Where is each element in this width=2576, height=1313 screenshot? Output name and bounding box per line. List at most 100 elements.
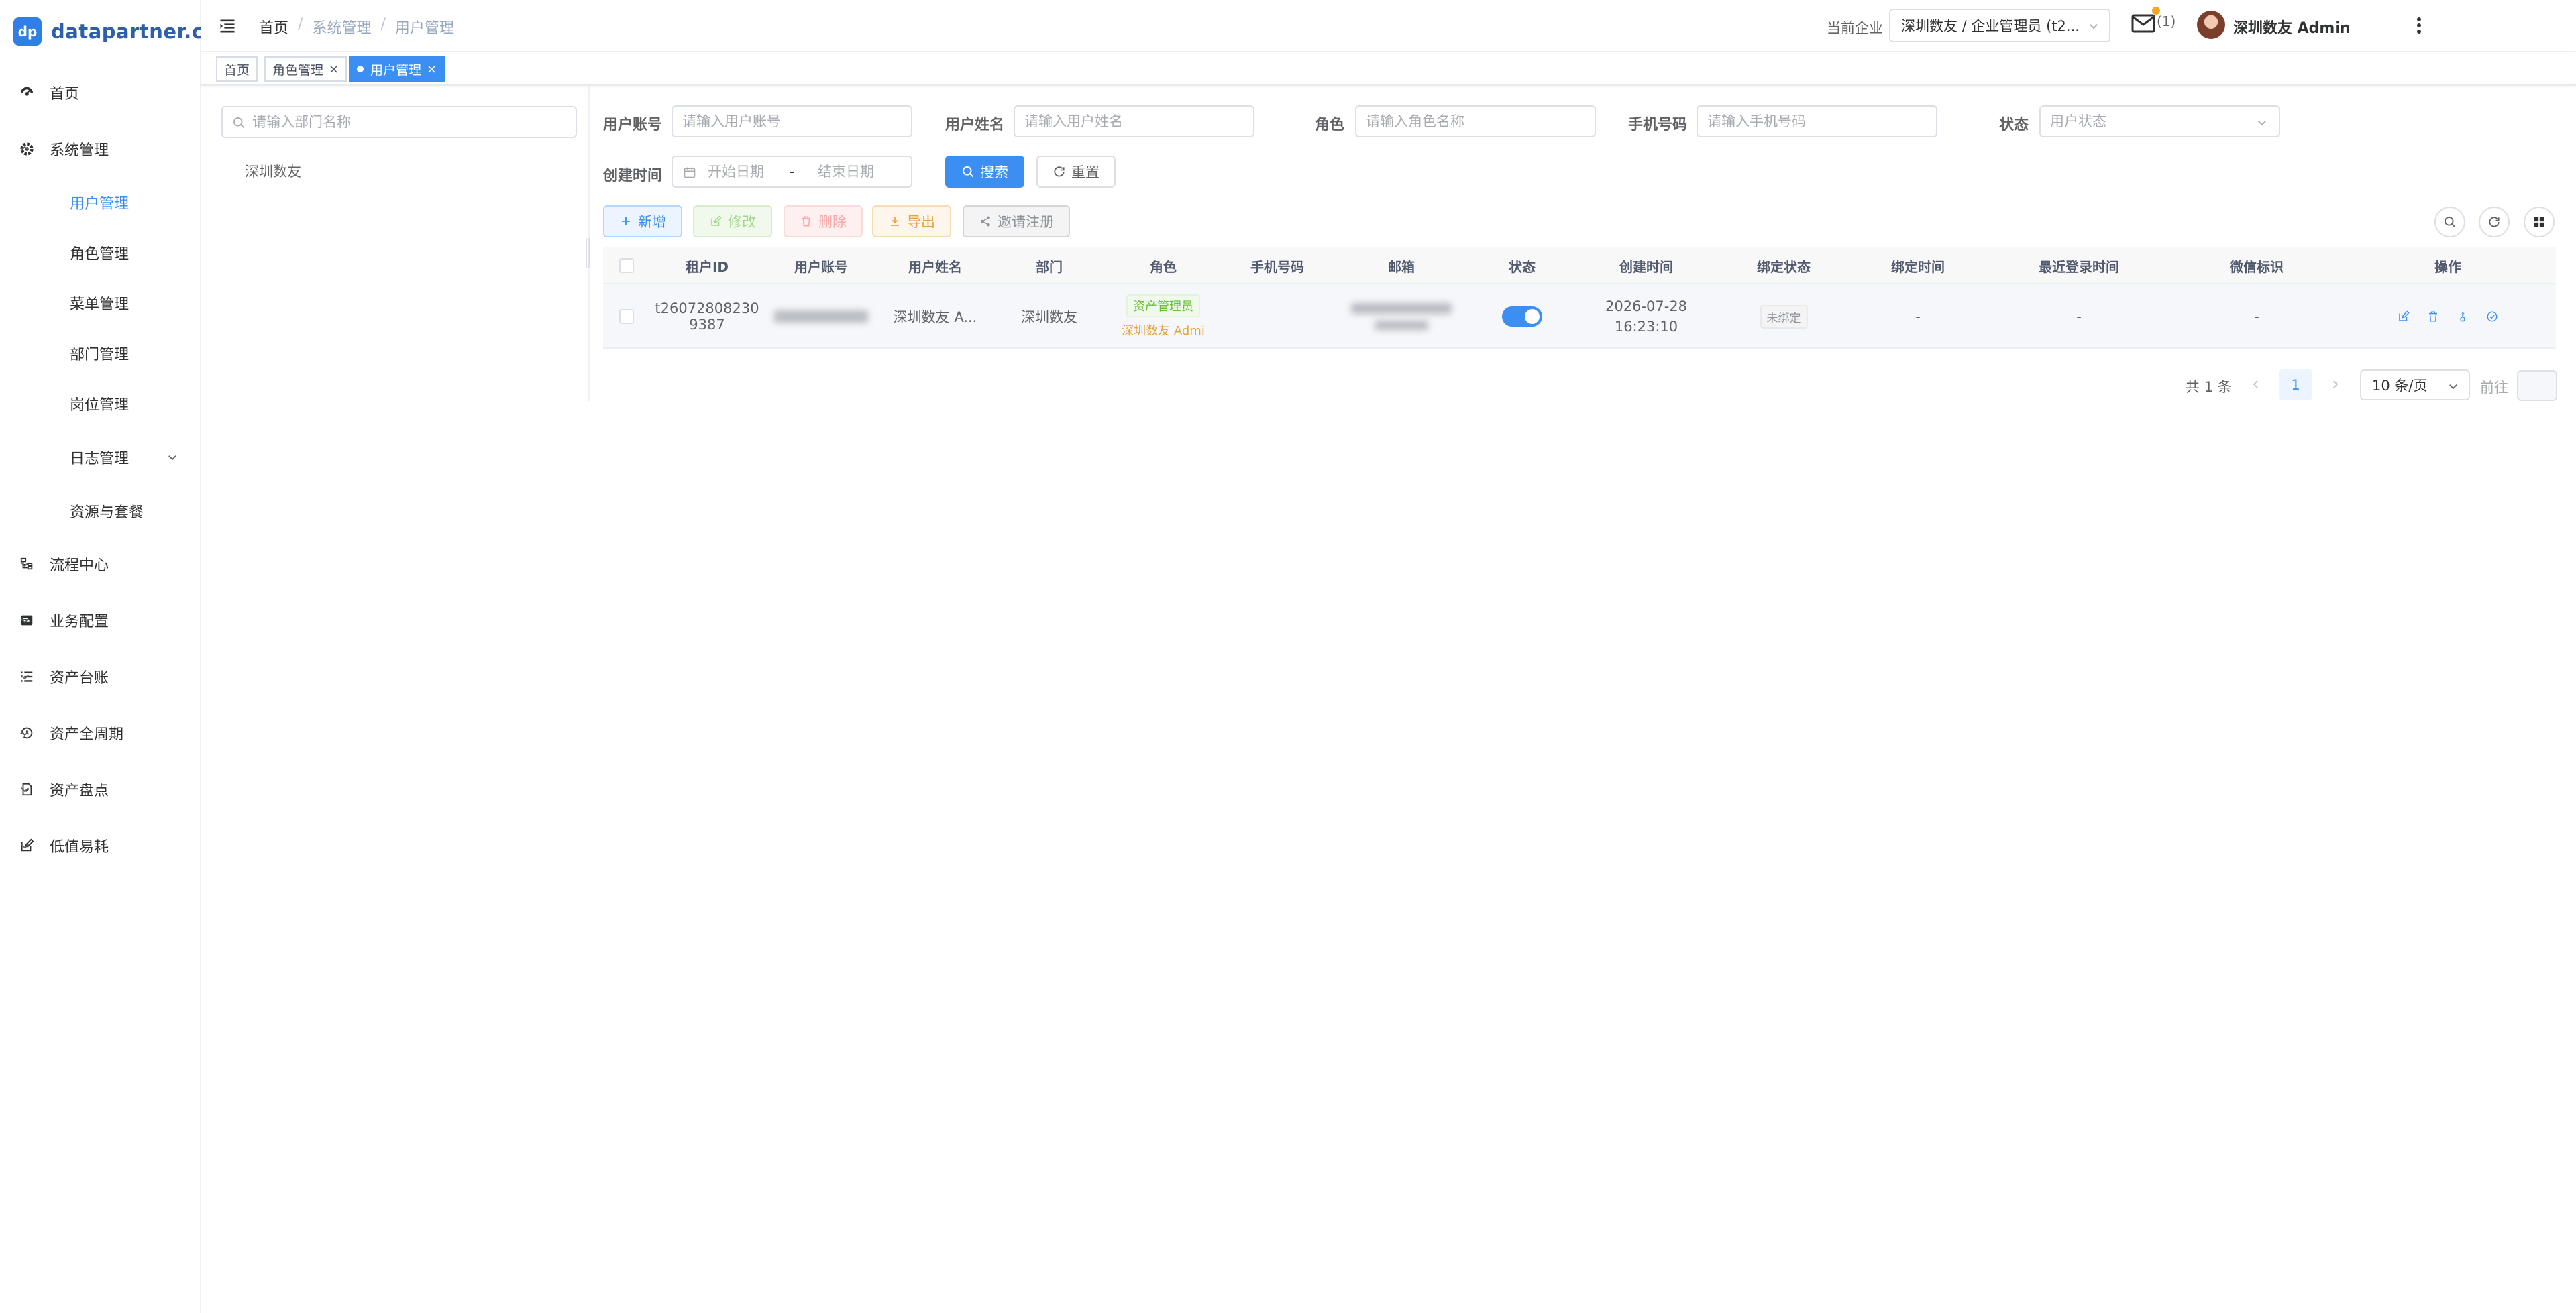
sidebar-item-asset-inventory[interactable]: 资产盘点: [0, 769, 201, 809]
filter-phone: [1697, 105, 1937, 137]
submenu-item-label: 部门管理: [70, 347, 129, 363]
submenu-item-depts[interactable]: 部门管理: [0, 333, 201, 374]
column-header: 手机号码: [1250, 258, 1304, 275]
sidebar-item-consumables[interactable]: 低值易耗: [0, 825, 201, 866]
more-vertical-icon[interactable]: [2415, 16, 2423, 35]
phone-input[interactable]: [1707, 112, 1929, 131]
cell-phone: [1220, 284, 1334, 349]
sidebar-item-label: 首页: [50, 86, 80, 103]
tenant-select[interactable]: 深圳数友 / 企业管理员 (t2...: [1889, 9, 2110, 42]
submenu-item-label: 日志管理: [70, 451, 129, 467]
add-button-label: 新增: [638, 214, 666, 230]
logo-mark: dp: [13, 17, 42, 46]
name-input[interactable]: [1024, 112, 1246, 131]
column-header: 租户ID: [685, 258, 729, 275]
submenu-item-roles[interactable]: 角色管理: [0, 233, 201, 273]
edit-button[interactable]: 修改: [693, 205, 772, 237]
chevron-down-icon: [19, 558, 31, 570]
goto-label: 前往: [2480, 380, 2508, 396]
chevron-down-icon: [19, 671, 31, 683]
search-icon: [232, 116, 246, 129]
filter-status[interactable]: [2039, 105, 2280, 137]
chevron-right-icon[interactable]: [2326, 376, 2344, 393]
role-tag-secondary: 深圳数友 Admi: [1122, 324, 1205, 338]
tenant-id-line: t26072808230: [655, 300, 759, 317]
close-icon[interactable]: ×: [329, 62, 339, 76]
goto-page-input[interactable]: [2517, 370, 2557, 401]
sidebar-item-label: 低值易耗: [50, 839, 109, 856]
cell-name: 深圳数友 A...: [893, 309, 977, 325]
page-size-select[interactable]: 10 条/页: [2360, 369, 2470, 400]
submenu-item-menus[interactable]: 菜单管理: [0, 283, 201, 323]
cell-actions: [2341, 284, 2555, 349]
row-checkbox[interactable]: [619, 309, 634, 324]
dept-search-input[interactable]: [252, 113, 561, 131]
sidebar-item-asset-lifecycle[interactable]: 资产全周期: [0, 713, 201, 753]
tag-label: 角色管理: [272, 62, 324, 78]
panel-resize-handle[interactable]: [586, 238, 590, 268]
check-circle-icon[interactable]: [2485, 310, 2499, 323]
tag-roles[interactable]: 角色管理 ×: [264, 56, 347, 82]
submenu-item-label: 资源与套餐: [70, 504, 144, 521]
breadcrumb-separator: /: [298, 16, 303, 33]
tag-home[interactable]: 首页: [216, 56, 258, 82]
reset-button[interactable]: 重置: [1036, 156, 1116, 188]
column-header: 创建时间: [1619, 258, 1673, 275]
created-date: 2026-07-28: [1605, 298, 1688, 315]
submenu-item-resources[interactable]: 资源与套餐: [0, 491, 201, 531]
edit-button-label: 修改: [728, 214, 756, 230]
tree-node-root[interactable]: 深圳数友: [245, 161, 301, 181]
close-icon[interactable]: ×: [427, 62, 437, 76]
add-button[interactable]: 新增: [603, 205, 682, 237]
select-all-cell: [603, 247, 650, 284]
filter-account: [672, 105, 912, 137]
sidebar-item-home[interactable]: 首页: [0, 72, 201, 113]
sidebar-item-asset-ledger[interactable]: 资产台账: [0, 656, 201, 697]
status-select[interactable]: [2050, 112, 2251, 131]
hamburger-icon[interactable]: [217, 16, 237, 36]
select-all-checkbox[interactable]: [619, 258, 634, 273]
account-input[interactable]: [682, 112, 904, 131]
invite-button[interactable]: 邀请注册: [963, 205, 1070, 237]
bind-status-tag: 未绑定: [1760, 304, 1808, 329]
search-button[interactable]: 搜索: [945, 156, 1024, 188]
end-date-input[interactable]: [818, 162, 898, 181]
pagination-page[interactable]: 1: [2279, 369, 2312, 400]
table-row[interactable]: t26072808230 9387 深圳数友 A... 深圳数友 资产管理员 深…: [603, 284, 2556, 349]
key-icon[interactable]: [2456, 310, 2469, 323]
column-header: 操作: [2434, 258, 2461, 275]
start-date-input[interactable]: [708, 162, 782, 181]
sidebar-item-business-config[interactable]: 业务配置: [0, 600, 201, 640]
column-header: 微信标识: [2230, 258, 2284, 275]
avatar[interactable]: [2197, 11, 2225, 39]
sidebar-item-workflow[interactable]: 流程中心: [0, 544, 201, 584]
page-size-value: 10 条/页: [2372, 378, 2428, 394]
mail-icon[interactable]: [2130, 12, 2157, 35]
tag-users[interactable]: 用户管理 ×: [349, 56, 445, 82]
sidebar-item-system[interactable]: 系统管理: [0, 129, 201, 169]
chevron-down-icon: [19, 783, 31, 795]
trash-icon[interactable]: [2426, 310, 2440, 323]
table-header: 租户ID 用户账号 用户姓名 部门 角色 手机号码 邮箱 状态 创建时间 绑定状…: [603, 247, 2556, 284]
submenu-item-users[interactable]: 用户管理: [0, 182, 201, 223]
reset-button-label: 重置: [1071, 164, 1099, 180]
submenu-item-posts[interactable]: 岗位管理: [0, 384, 201, 424]
column-header: 用户账号: [794, 258, 848, 275]
user-name[interactable]: 深圳数友 Admin: [2233, 16, 2351, 38]
breadcrumb-home[interactable]: 首页: [259, 16, 288, 38]
download-icon: [888, 215, 902, 228]
export-button-label: 导出: [907, 214, 935, 230]
role-input[interactable]: [1366, 112, 1587, 131]
edit-icon[interactable]: [2397, 310, 2410, 323]
logo[interactable]: dp datapartner.cn: [13, 15, 218, 48]
toggle-search-button[interactable]: [2434, 207, 2465, 237]
status-switch[interactable]: [1502, 306, 1542, 327]
columns-button[interactable]: [2524, 207, 2555, 237]
export-button[interactable]: 导出: [872, 205, 951, 237]
refresh-button[interactable]: [2479, 207, 2510, 237]
pagination-total: 共 1 条: [2186, 379, 2232, 395]
delete-button[interactable]: 删除: [784, 205, 863, 237]
chevron-left-icon[interactable]: [2247, 376, 2265, 393]
submenu-item-logs[interactable]: 日志管理: [0, 437, 201, 477]
sidebar-item-label: 流程中心: [50, 557, 109, 574]
